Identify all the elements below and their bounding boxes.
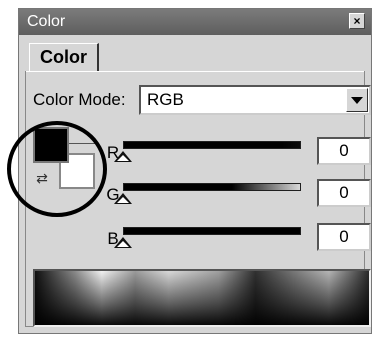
- color-mode-value: RGB: [147, 90, 184, 109]
- panel-titlebar[interactable]: Color ×: [19, 9, 371, 35]
- blue-value-field[interactable]: 0: [317, 223, 371, 251]
- color-panel: Color × Color Color Mode: RGB ⇄ R 0 G 0 …: [7, 8, 372, 334]
- green-slider-track[interactable]: [123, 183, 301, 191]
- color-mode-select[interactable]: RGB: [139, 85, 371, 115]
- color-ramp[interactable]: [33, 269, 371, 327]
- tab-strip: Color: [25, 43, 365, 72]
- blue-slider-track[interactable]: [123, 227, 301, 235]
- color-mode-label: Color Mode:: [33, 90, 126, 109]
- close-button[interactable]: ×: [349, 13, 365, 29]
- tab-color[interactable]: Color: [29, 43, 99, 71]
- close-icon: ×: [353, 14, 361, 28]
- panel-title: Color: [27, 13, 66, 30]
- red-value-field[interactable]: 0: [317, 137, 371, 165]
- blue-channel-row: B 0: [19, 223, 380, 257]
- foreground-color-swatch[interactable]: [33, 127, 69, 163]
- chevron-down-icon[interactable]: [346, 88, 368, 112]
- red-slider-track[interactable]: [123, 141, 301, 149]
- green-value-field[interactable]: 0: [317, 179, 371, 207]
